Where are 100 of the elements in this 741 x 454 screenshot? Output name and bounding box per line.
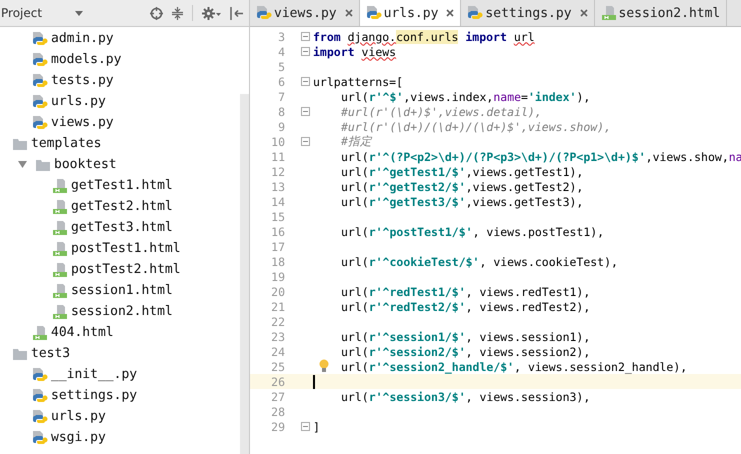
file-name: urls.py (51, 94, 106, 109)
html-file-icon (52, 240, 68, 256)
fold-marker-icon[interactable] (301, 77, 310, 86)
python-file-icon (32, 52, 48, 68)
line-number: 6 (277, 74, 285, 88)
scrollbar[interactable] (240, 94, 249, 454)
code-line: url(r'^cookieTest/$', views.cookieTest), (341, 254, 618, 268)
python-file-icon (467, 5, 484, 21)
expanded-arrow-icon[interactable] (18, 160, 27, 169)
tree-item[interactable]: session2.html (0, 301, 240, 322)
tree-item[interactable]: 404.html (0, 322, 240, 343)
line-number: 15 (270, 210, 285, 224)
code-line: urlpatterns=[ (313, 74, 404, 88)
close-icon[interactable] (344, 9, 353, 17)
line-number: 29 (270, 420, 285, 434)
code-line: url(r'^redTest1/$', views.redTest1), (341, 284, 590, 298)
file-name: models.py (51, 52, 122, 67)
tree-item[interactable]: test3 (0, 343, 240, 364)
html-file-icon (52, 304, 68, 320)
tree-item[interactable]: settings.py (0, 385, 240, 406)
fold-marker-icon[interactable] (301, 47, 310, 56)
collapse-all-icon[interactable] (172, 6, 183, 20)
python-file-icon (366, 5, 382, 21)
line-number: 28 (270, 404, 285, 418)
fold-marker-icon[interactable] (301, 32, 310, 41)
tree-item[interactable]: models.py (0, 49, 240, 70)
code-line: #指定 (341, 134, 372, 149)
tree-item[interactable]: admin.py (0, 28, 240, 49)
code-line: import views (313, 44, 396, 58)
line-number: 16 (270, 224, 285, 238)
editor-tab[interactable]: session2.html (594, 0, 728, 26)
tree-item[interactable]: getTest1.html (0, 175, 240, 196)
python-file-icon (256, 5, 272, 21)
code-line: #url(r'(\d+)$',views.detail), (341, 104, 542, 118)
line-number: 22 (270, 314, 285, 328)
tree-item[interactable]: booktest (0, 154, 240, 175)
close-icon[interactable] (580, 9, 588, 17)
file-name: postTest2.html (71, 262, 181, 277)
python-file-icon (32, 30, 48, 46)
line-number: 27 (270, 390, 285, 404)
line-number: 24 (270, 344, 285, 358)
file-name: 404.html (51, 325, 114, 340)
pin-left-icon[interactable] (230, 6, 243, 20)
fold-marker-icon[interactable] (301, 107, 310, 116)
file-name: test3 (31, 346, 70, 361)
tree-item[interactable]: getTest2.html (0, 196, 240, 217)
tree-item[interactable]: templates (0, 133, 240, 154)
python-file-icon (32, 430, 48, 446)
tree-item[interactable]: session1.html (0, 280, 240, 301)
tree-item[interactable]: urls.py (0, 91, 240, 112)
tree-item[interactable]: __init__.py (0, 364, 240, 385)
tree-item[interactable]: views.py (0, 112, 240, 133)
code-line: url(r'^$',views.index,name='index'), (341, 90, 590, 104)
tree-item[interactable]: getTest3.html (0, 217, 240, 238)
file-name: session1.html (71, 283, 173, 298)
file-name: admin.py (51, 31, 114, 46)
lightbulb-icon[interactable] (319, 359, 329, 373)
line-number: 8 (277, 104, 285, 118)
line-number: 18 (270, 254, 285, 268)
editor-tab[interactable]: urls.py (360, 0, 462, 26)
file-name: session2.html (71, 304, 173, 319)
line-number: 19 (270, 270, 285, 284)
html-file-icon (52, 178, 68, 194)
file-name: wsgi.py (51, 430, 106, 445)
line-number: 20 (270, 284, 285, 298)
dropdown-caret-icon[interactable] (75, 10, 84, 16)
file-name: settings.py (51, 388, 138, 403)
tree-item[interactable]: postTest1.html (0, 238, 240, 259)
tree-item[interactable]: wsgi.py (0, 427, 240, 448)
file-name: templates (31, 136, 102, 151)
line-number: 21 (270, 300, 285, 314)
tree-item[interactable]: tests.py (0, 70, 240, 91)
code-line: url(r'^getTest3/$',views.getTest3), (341, 194, 584, 208)
file-name: getTest3.html (71, 220, 173, 235)
file-name: tests.py (51, 73, 114, 88)
code-line: url(r'^getTest1/$',views.getTest1), (341, 164, 584, 178)
fold-marker-icon[interactable] (301, 137, 310, 146)
tree-item[interactable]: postTest2.html (0, 259, 240, 280)
tree-item[interactable]: urls.py (0, 406, 240, 427)
close-icon[interactable] (446, 9, 454, 17)
fold-marker-icon[interactable] (301, 422, 310, 431)
file-name: getTest2.html (71, 199, 173, 214)
file-name: urls.py (51, 409, 106, 424)
panel-title[interactable]: Project (1, 6, 42, 20)
settings-icon[interactable] (202, 6, 221, 20)
line-number: 4 (277, 44, 285, 58)
line-number: 10 (270, 134, 285, 148)
code-line: url(r'^session1/$', views.session1), (341, 330, 590, 344)
folder-icon (12, 136, 28, 150)
code-line: url(r'^getTest2/$',views.getTest2), (341, 180, 584, 194)
line-number: 23 (270, 330, 285, 344)
python-file-icon (32, 366, 48, 382)
line-number: 7 (277, 90, 285, 104)
python-file-icon (32, 94, 48, 110)
crosshair-icon[interactable] (150, 6, 163, 20)
file-name: __init__.py (51, 367, 138, 382)
html-file-icon (32, 324, 48, 340)
code-line: url(r'^session3/$', views.session3), (341, 390, 590, 404)
python-file-icon (32, 114, 48, 130)
folder-icon (12, 346, 28, 360)
